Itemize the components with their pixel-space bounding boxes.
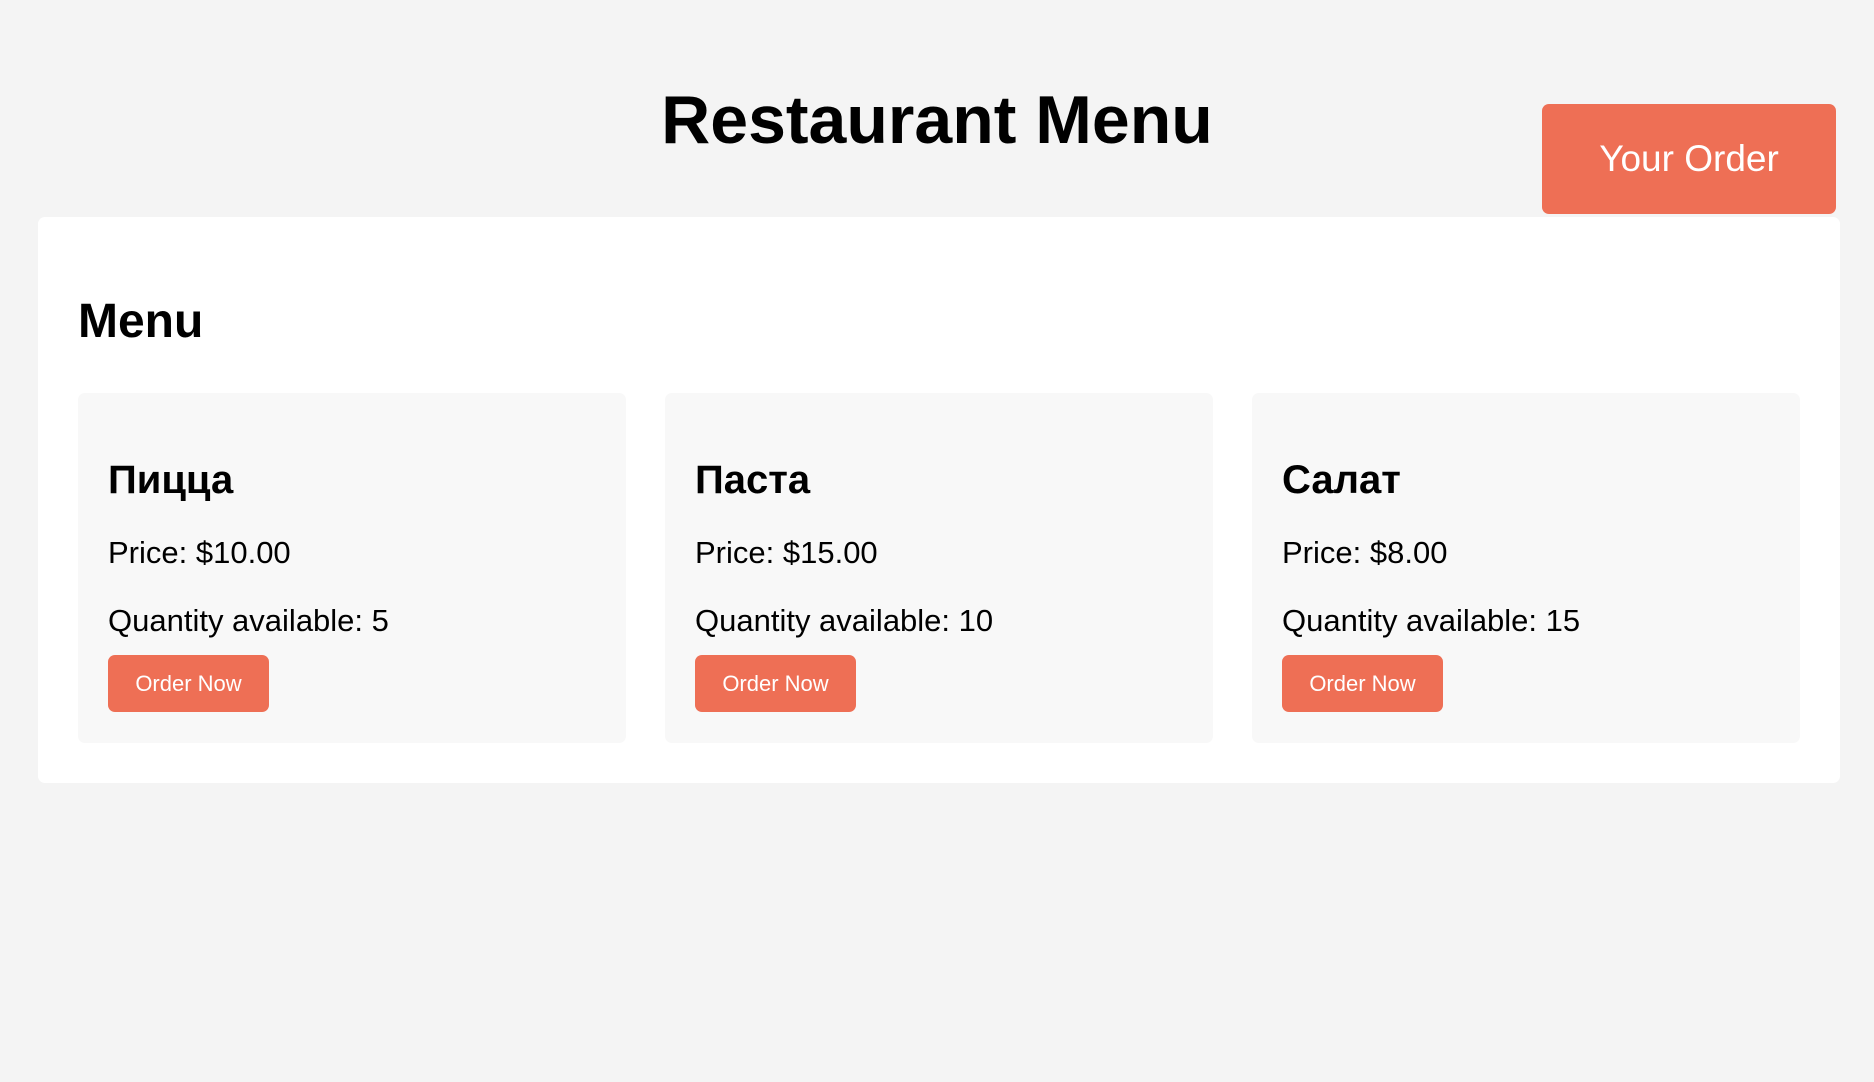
your-order-button[interactable]: Your Order bbox=[1542, 104, 1836, 214]
menu-item-price: Price: $10.00 bbox=[108, 535, 291, 570]
menu-item-quantity: Quantity available: 10 bbox=[695, 603, 994, 638]
menu-item-card-pizza: Пицца Price: $10.00 Quantity available: … bbox=[78, 393, 626, 743]
menu-panel: Menu Пицца Price: $10.00 Quantity availa… bbox=[38, 217, 1840, 783]
menu-item-price: Price: $15.00 bbox=[695, 535, 878, 570]
menu-item-title: Паста bbox=[695, 458, 811, 502]
menu-item-card-pasta: Паста Price: $15.00 Quantity available: … bbox=[665, 393, 1213, 743]
order-now-button-salad[interactable]: Order Now bbox=[1282, 655, 1443, 712]
menu-item-quantity: Quantity available: 15 bbox=[1282, 603, 1581, 638]
menu-item-card-salad: Салат Price: $8.00 Quantity available: 1… bbox=[1252, 393, 1800, 743]
menu-item-price: Price: $8.00 bbox=[1282, 535, 1448, 570]
menu-item-quantity: Quantity available: 5 bbox=[108, 603, 389, 638]
menu-item-title: Пицца bbox=[108, 458, 234, 502]
menu-heading: Menu bbox=[78, 295, 204, 348]
menu-item-title: Салат bbox=[1282, 458, 1401, 502]
order-now-button-pizza[interactable]: Order Now bbox=[108, 655, 269, 712]
order-now-button-pasta[interactable]: Order Now bbox=[695, 655, 856, 712]
